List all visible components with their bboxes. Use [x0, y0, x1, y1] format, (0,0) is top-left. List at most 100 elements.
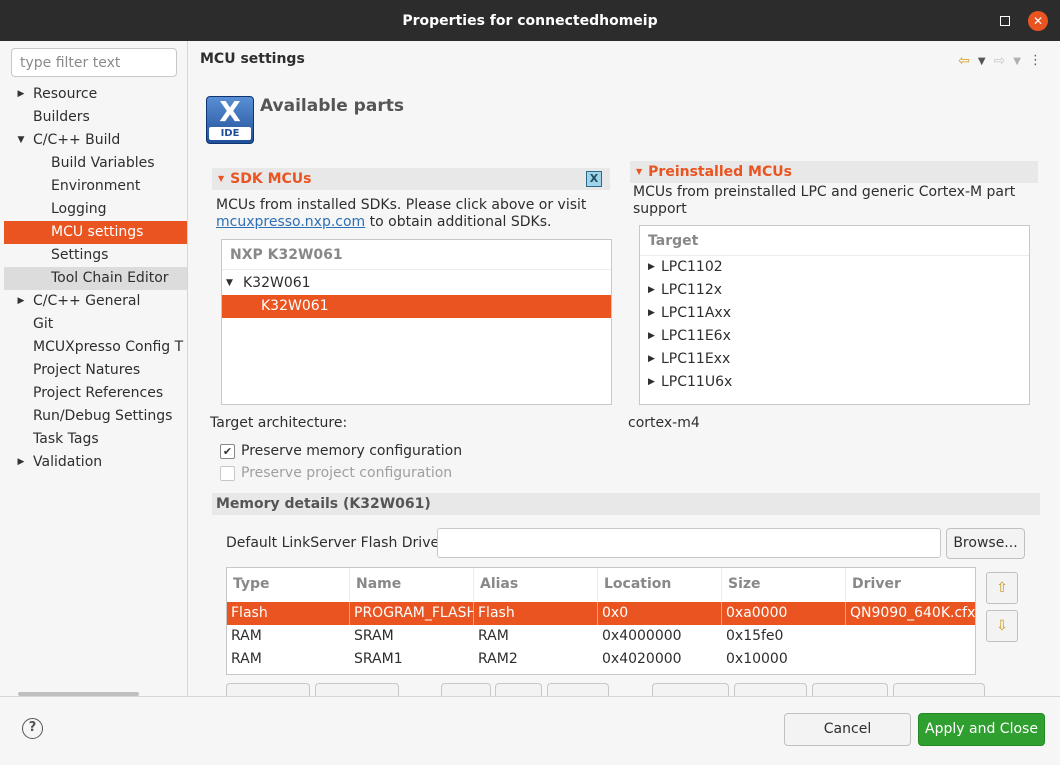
column-header-size[interactable]: Size [722, 568, 846, 601]
join-button[interactable] [495, 683, 542, 697]
preserve-memory-checkbox[interactable]: ✔ Preserve memory configuration [220, 441, 462, 461]
back-arrow-icon[interactable]: ⇦ [958, 53, 970, 69]
sidebar-item-project-natures[interactable]: Project Natures [4, 359, 187, 382]
maximize-button[interactable] [1000, 16, 1010, 26]
import-sdk-icon[interactable]: X [586, 171, 602, 187]
column-header-location[interactable]: Location [598, 568, 722, 601]
preinstalled-desc-line2: support [633, 201, 687, 217]
generate-button[interactable] [893, 683, 985, 697]
preinstalled-mcu-table[interactable]: Target ▶ LPC1102 ▶ LPC112x ▶ LPC11Axx ▶ LPC1… [639, 225, 1030, 405]
sidebar-tree: ▶ Resource Builders ▼ C/C++ Build Build Va… [4, 83, 187, 474]
main-panel: MCU settings ⇦ ▼ ⇨ ▼ ⋮ X IDE Available p… [188, 41, 1060, 697]
dialog-footer: ? Cancel Apply and Close [0, 696, 1060, 765]
view-menu-icon[interactable]: ⋮ [1029, 53, 1042, 69]
back-menu-chevron-icon[interactable]: ▼ [978, 56, 986, 69]
preinstalled-mcus-header[interactable]: ▼ Preinstalled MCUs [630, 161, 1038, 183]
forward-arrow-icon[interactable]: ⇨ [994, 53, 1006, 69]
chevron-right-icon[interactable]: ▶ [16, 451, 26, 474]
target-architecture-label: Target architecture: [210, 415, 348, 431]
nav-toolbar: ⇦ ▼ ⇨ ▼ ⋮ [958, 53, 1042, 69]
collapse-triangle-icon: ▼ [636, 167, 643, 176]
flash-driver-input[interactable] [437, 528, 941, 558]
chevron-right-icon[interactable]: ▶ [648, 371, 655, 394]
chevron-right-icon[interactable]: ▶ [648, 325, 655, 348]
chevron-right-icon[interactable]: ▶ [648, 302, 655, 325]
target-item[interactable]: ▶ LPC11Axx [640, 302, 1029, 325]
preinstalled-desc-line1: MCUs from preinstalled LPC and generic C… [633, 184, 1016, 200]
add-flash-button[interactable] [226, 683, 310, 697]
add-ram-button[interactable] [315, 683, 399, 697]
chevron-right-icon[interactable]: ▶ [16, 83, 26, 106]
forward-menu-chevron-icon[interactable]: ▼ [1013, 56, 1021, 69]
sdk-tree-header: NXP K32W061 [222, 240, 611, 270]
split-button[interactable] [441, 683, 491, 697]
target-item[interactable]: ▶ LPC112x [640, 279, 1029, 302]
chevron-right-icon[interactable]: ▶ [648, 348, 655, 371]
target-item[interactable]: ▶ LPC11Exx [640, 348, 1029, 371]
sdk-tree-parent[interactable]: ▼ K32W061 [222, 272, 611, 295]
column-header-alias[interactable]: Alias [474, 568, 598, 601]
available-parts-title: Available parts [260, 96, 404, 116]
column-header-driver[interactable]: Driver [846, 568, 975, 601]
title-bar: Properties for connectedhomeip ✕ [0, 0, 1060, 41]
export-button[interactable] [812, 683, 888, 697]
delete-button[interactable] [547, 683, 609, 697]
checkbox-checked-icon[interactable]: ✔ [220, 443, 235, 459]
sidebar-item-mcuxpresso-config[interactable]: MCUXpresso Config T [4, 336, 187, 359]
sidebar-item-validation[interactable]: ▶ Validation [4, 451, 187, 474]
move-up-icon[interactable]: ⇧ [986, 572, 1018, 604]
chevron-right-icon[interactable]: ▶ [16, 290, 26, 313]
sidebar-item-cpp-general[interactable]: ▶ C/C++ General [4, 290, 187, 313]
sidebar-item-builders[interactable]: Builders [4, 106, 187, 129]
chevron-right-icon[interactable]: ▶ [648, 256, 655, 279]
sidebar-item-task-tags[interactable]: Task Tags [4, 428, 187, 451]
window-title: Properties for connectedhomeip [402, 12, 658, 29]
sidebar-item-cpp-build[interactable]: ▼ C/C++ Build [4, 129, 187, 152]
chevron-down-icon[interactable]: ▼ [226, 272, 233, 295]
apply-and-close-button[interactable]: Apply and Close [918, 713, 1045, 746]
close-button[interactable]: ✕ [1028, 11, 1048, 31]
memory-details-header: Memory details (K32W061) [212, 493, 1040, 515]
sdk-mcus-header[interactable]: ▼ SDK MCUs X [212, 168, 610, 190]
target-item[interactable]: ▶ LPC1102 [640, 256, 1029, 279]
filter-input[interactable] [11, 48, 177, 77]
chevron-down-icon[interactable]: ▼ [16, 129, 26, 152]
checkbox-unchecked-icon[interactable] [220, 465, 235, 481]
sdk-tree-child[interactable]: K32W061 [222, 295, 611, 318]
sidebar-item-settings[interactable]: Settings [4, 244, 187, 267]
sidebar-item-tool-chain-editor[interactable]: Tool Chain Editor [4, 267, 187, 290]
column-header-name[interactable]: Name [350, 568, 474, 601]
memory-row[interactable]: RAM SRAM1 RAM2 0x4020000 0x10000 [227, 648, 975, 671]
sdk-desc-line2: mcuxpresso.nxp.com to obtain additional … [216, 214, 552, 230]
column-header-type[interactable]: Type [227, 568, 350, 601]
mcuxpresso-ide-logo-icon: X IDE [206, 96, 254, 144]
sidebar: ▶Resource Builders ▼C/C++ Build Build Va… [4, 41, 187, 696]
sidebar-item-run-debug-settings[interactable]: Run/Debug Settings [4, 405, 187, 428]
nxp-sdk-link[interactable]: mcuxpresso.nxp.com [216, 214, 365, 230]
sidebar-item-environment[interactable]: Environment [4, 175, 187, 198]
move-down-icon[interactable]: ⇩ [986, 610, 1018, 642]
help-icon[interactable]: ? [22, 718, 43, 739]
sdk-mcu-tree[interactable]: NXP K32W061 ▼ K32W061 K32W061 [221, 239, 612, 405]
sidebar-item-build-variables[interactable]: Build Variables [4, 152, 187, 175]
mcu-settings-content: X IDE Available parts ▼ SDK MCUs X MCUs f… [198, 91, 1050, 697]
merge-button[interactable] [734, 683, 807, 697]
target-item[interactable]: ▶ LPC11U6x [640, 371, 1029, 394]
memory-table[interactable]: Type Name Alias Location Size Driver Fla… [226, 567, 976, 675]
browse-button[interactable]: Browse... [946, 528, 1025, 559]
target-architecture-value: cortex-m4 [628, 415, 700, 431]
sidebar-item-mcu-settings[interactable]: MCU settings [4, 221, 187, 244]
memory-row[interactable]: RAM SRAM RAM 0x4000000 0x15fe0 [227, 625, 975, 648]
memory-row[interactable]: Flash PROGRAM_FLASH Flash 0x0 0xa0000 QN… [227, 602, 975, 625]
page-title: MCU settings [200, 51, 305, 67]
cancel-button[interactable]: Cancel [784, 713, 911, 746]
sidebar-item-git[interactable]: Git [4, 313, 187, 336]
sidebar-item-project-references[interactable]: Project References [4, 382, 187, 405]
collapse-triangle-icon: ▼ [218, 174, 225, 183]
sidebar-item-logging[interactable]: Logging [4, 198, 187, 221]
target-item[interactable]: ▶ LPC11E6x [640, 325, 1029, 348]
sidebar-item-resource[interactable]: ▶ Resource [4, 83, 187, 106]
import-button[interactable] [652, 683, 729, 697]
chevron-right-icon[interactable]: ▶ [648, 279, 655, 302]
preserve-project-checkbox[interactable]: Preserve project configuration [220, 463, 452, 483]
